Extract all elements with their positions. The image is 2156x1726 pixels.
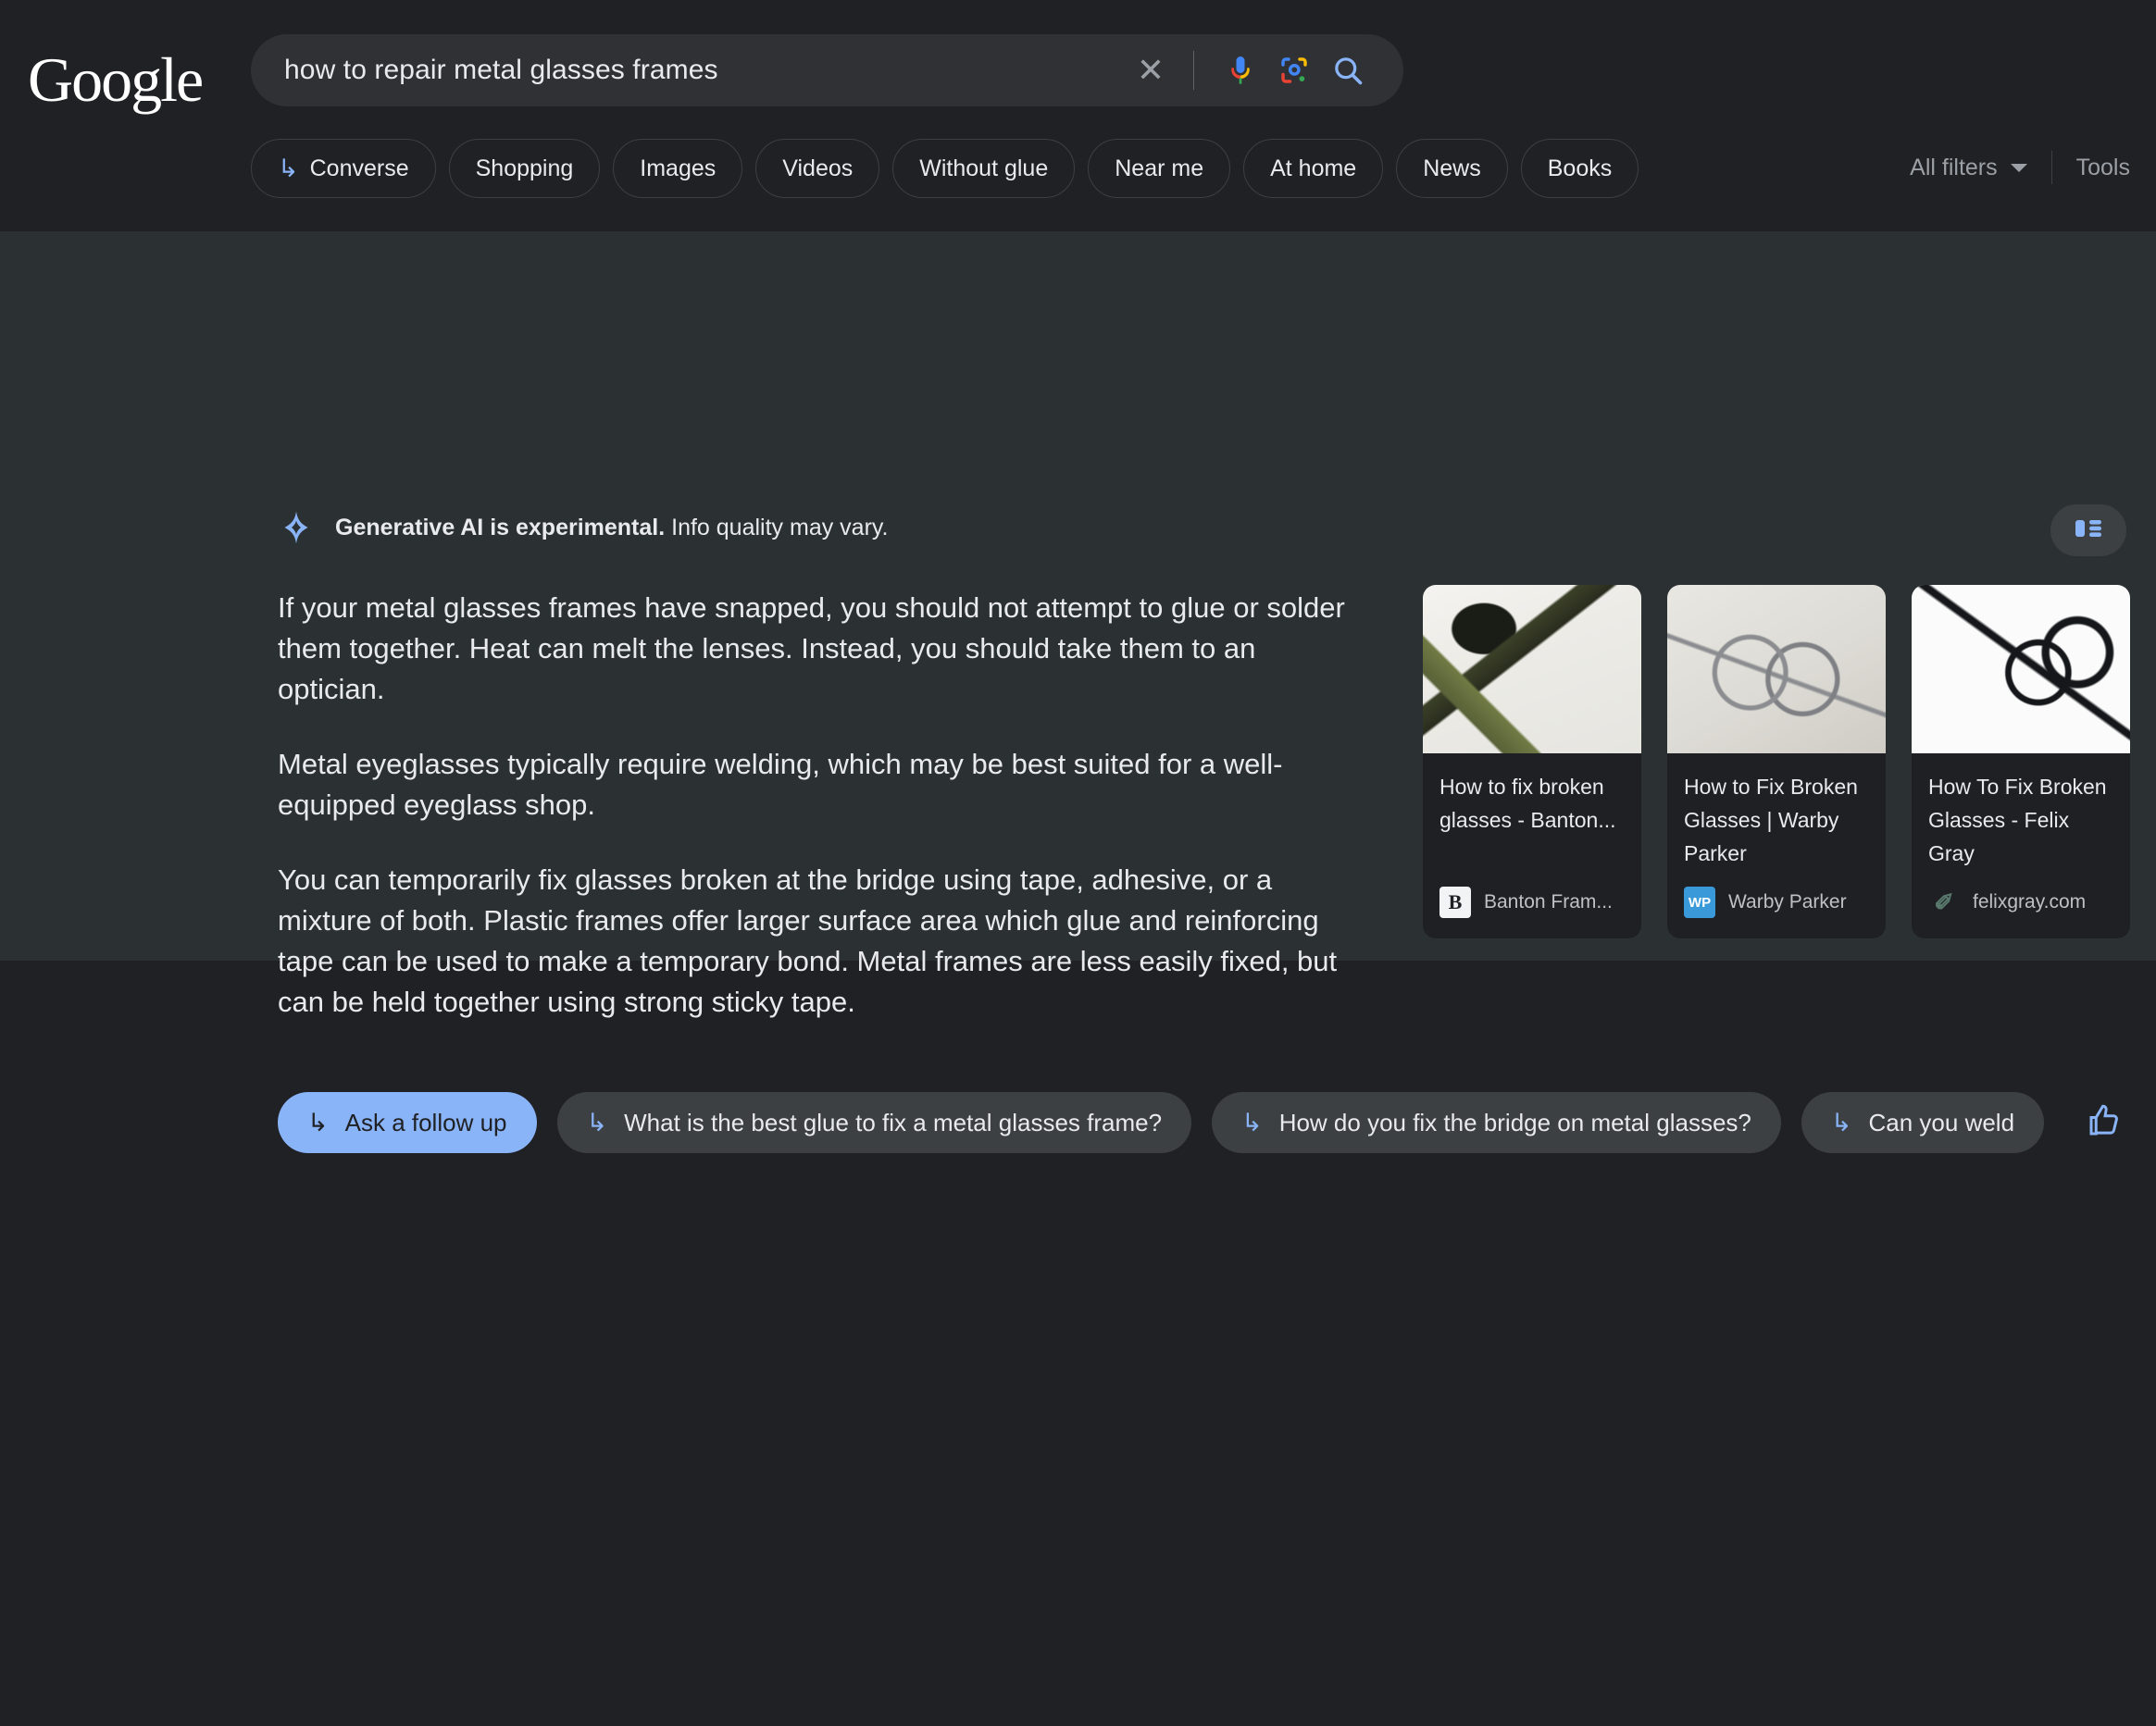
google-logo-text: Google [28, 44, 204, 115]
source-site-name: Warby Parker [1728, 891, 1847, 913]
chip-shopping[interactable]: Shopping [448, 139, 601, 198]
chip-label: Near me [1115, 155, 1204, 181]
arrow-turn-icon: ↳ [307, 1108, 329, 1136]
source-footer: B Banton Fram... [1423, 887, 1641, 938]
chip-label: Converse [309, 155, 409, 181]
arrow-turn-icon: ↳ [1830, 1108, 1852, 1136]
source-title: How to Fix Broken Glasses | Warby Parker [1684, 775, 1858, 865]
thumb-up-icon[interactable] [2085, 1101, 2124, 1145]
arrow-turn-icon: ↳ [278, 154, 299, 182]
ai-paragraph: If your metal glasses frames have snappe… [278, 591, 1345, 705]
source-site-name: felixgray.com [1973, 891, 2087, 913]
filter-chips: ↳ Converse Shopping Images Videos Withou… [251, 139, 1639, 198]
clear-search-icon[interactable]: ✕ [1130, 50, 1171, 91]
chip-books[interactable]: Books [1520, 139, 1639, 198]
chip-label: Books [1547, 155, 1613, 181]
ai-overview-panel: Generative AI is experimental. Info qual… [0, 231, 2156, 1153]
followup-chip[interactable]: ↳ How do you fix the bridge on metal gla… [1212, 1092, 1781, 1153]
chip-images[interactable]: Images [613, 139, 743, 198]
source-title: How to fix broken glasses - Banton... [1439, 775, 1616, 832]
chip-label: Images [640, 155, 717, 181]
chip-near-me[interactable]: Near me [1088, 139, 1231, 198]
search-input[interactable] [284, 55, 1130, 86]
followup-label: How do you fix the bridge on metal glass… [1278, 1108, 1751, 1136]
tools-label: Tools [2075, 154, 2130, 180]
chip-converse[interactable]: ↳ Converse [251, 139, 436, 198]
ai-disclaimer-text: Generative AI is experimental. Info qual… [335, 515, 888, 541]
search-header: Google ✕ [0, 0, 2156, 231]
source-favicon-icon: B [1439, 887, 1471, 918]
chip-videos[interactable]: Videos [755, 139, 880, 198]
source-card[interactable]: How to fix broken glasses - Banton... B … [1423, 585, 1641, 938]
source-footer: WP Warby Parker [1667, 887, 1886, 938]
chip-label: At home [1270, 155, 1357, 181]
followup-label: Can you weld [1868, 1108, 2015, 1136]
ai-source-cards: How to fix broken glasses - Banton... B … [1423, 585, 2130, 938]
layout-view-button[interactable] [2050, 504, 2126, 556]
chip-label: News [1423, 155, 1481, 181]
chevron-down-icon [2010, 163, 2027, 172]
ask-follow-up-button[interactable]: ↳ Ask a follow up [278, 1092, 537, 1153]
google-lens-icon[interactable] [1270, 46, 1318, 94]
followup-chips: ↳ Ask a follow up ↳ What is the best glu… [278, 1092, 2148, 1153]
arrow-turn-icon: ↳ [586, 1108, 608, 1136]
ai-answer-body: If your metal glasses frames have snappe… [278, 588, 1365, 1057]
ai-disclaimer-rest: Info quality may vary. [665, 514, 889, 540]
search-divider [1193, 51, 1194, 90]
ai-paragraph: You can temporarily fix glasses broken a… [278, 863, 1338, 1018]
source-footer: ✐ felixgray.com [1912, 887, 2130, 938]
chip-label: Shopping [475, 155, 574, 181]
followup-chip[interactable]: ↳ Can you weld [1801, 1092, 2045, 1153]
chip-news[interactable]: News [1396, 139, 1508, 198]
ai-disclaimer-bold: Generative AI is experimental. [335, 514, 666, 540]
source-card[interactable]: How To Fix Broken Glasses - Felix Gray ✐… [1912, 585, 2130, 938]
source-favicon-icon: WP [1684, 887, 1715, 918]
source-thumbnail [1423, 585, 1641, 753]
chip-label: Without glue [919, 155, 1049, 181]
source-card[interactable]: How to Fix Broken Glasses | Warby Parker… [1667, 585, 1886, 938]
source-thumbnail [1912, 585, 2130, 753]
sparkle-icon [278, 509, 315, 546]
layout-view-icon [2073, 515, 2104, 546]
header-tools: All filters Tools [1910, 151, 2130, 184]
all-filters-label: All filters [1910, 154, 1998, 180]
ai-disclaimer: Generative AI is experimental. Info qual… [278, 509, 888, 546]
all-filters-button[interactable]: All filters [1910, 155, 2050, 181]
chip-at-home[interactable]: At home [1243, 139, 1384, 198]
ai-paragraph: Metal eyeglasses typically require weldi… [278, 748, 1283, 821]
source-title: How To Fix Broken Glasses - Felix Gray [1928, 775, 2107, 865]
chip-label: Videos [782, 155, 854, 181]
tools-button[interactable]: Tools [2052, 155, 2130, 181]
followup-chip[interactable]: ↳ What is the best glue to fix a metal g… [556, 1092, 1192, 1153]
search-bar[interactable]: ✕ [251, 34, 1403, 106]
source-thumbnail [1667, 585, 1886, 753]
google-logo[interactable]: Google [28, 43, 204, 117]
source-favicon-icon: ✐ [1934, 888, 1954, 916]
arrow-turn-icon: ↳ [1241, 1108, 1263, 1136]
feedback-buttons [2085, 1101, 2148, 1145]
followup-label: Ask a follow up [344, 1108, 507, 1136]
source-site-name: Banton Fram... [1484, 891, 1613, 913]
microphone-icon[interactable] [1216, 46, 1265, 94]
chip-without-glue[interactable]: Without glue [892, 139, 1076, 198]
followup-label: What is the best glue to fix a metal gla… [624, 1108, 1163, 1136]
search-submit-icon[interactable] [1324, 46, 1372, 94]
